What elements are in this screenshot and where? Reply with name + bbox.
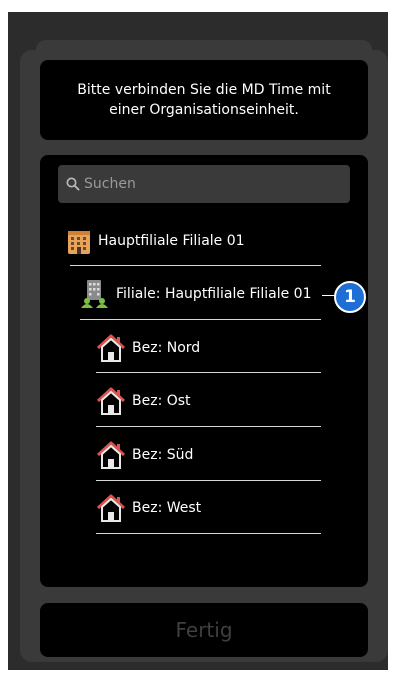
info-message: Bitte verbinden Sie die MD Time mit eine… <box>77 82 331 118</box>
tree-item-filiale[interactable]: Filiale: Hauptfiliale Filiale 01 <box>80 279 312 309</box>
info-card: Bitte verbinden Sie die MD Time mit eine… <box>40 60 368 140</box>
divider <box>96 533 321 534</box>
building-icon <box>68 231 90 254</box>
tree-item-bez-sued[interactable]: Bez: Süd <box>96 440 193 470</box>
tree-item-bez-west[interactable]: Bez: West <box>96 493 201 523</box>
tree-item-label: Filiale: Hauptfiliale Filiale 01 <box>116 286 312 302</box>
search-icon <box>66 177 80 191</box>
divider <box>96 480 321 481</box>
tree-item-label: Bez: West <box>132 500 202 516</box>
tree-item-bez-nord[interactable]: Bez: Nord <box>96 333 200 363</box>
house-icon <box>96 387 126 415</box>
callout-badge: 1 <box>334 281 366 313</box>
tree-item-bez-ost[interactable]: Bez: Ost <box>96 386 191 416</box>
tree-item-label: Bez: Ost <box>132 393 191 409</box>
divider <box>96 372 321 373</box>
house-icon <box>96 441 126 469</box>
divider <box>70 265 321 266</box>
org-unit-list-card: Hauptfiliale Filiale 01 Filiale: Hauptfi… <box>40 155 368 587</box>
house-icon <box>96 334 126 362</box>
done-button[interactable]: Fertig <box>40 603 368 657</box>
divider <box>80 319 321 320</box>
tree-item-label: Bez: Süd <box>132 447 194 463</box>
tree-item-label: Hauptfiliale Filiale 01 <box>98 233 245 249</box>
tree-item-label: Bez: Nord <box>132 340 201 356</box>
search-input[interactable] <box>84 176 324 192</box>
branch-building-icon <box>81 280 108 308</box>
search-field[interactable] <box>58 165 350 203</box>
house-icon <box>96 494 126 522</box>
done-card: Fertig <box>40 603 368 657</box>
divider <box>96 426 321 427</box>
tree-item-hauptfiliale[interactable]: Hauptfiliale Filiale 01 <box>66 227 245 255</box>
